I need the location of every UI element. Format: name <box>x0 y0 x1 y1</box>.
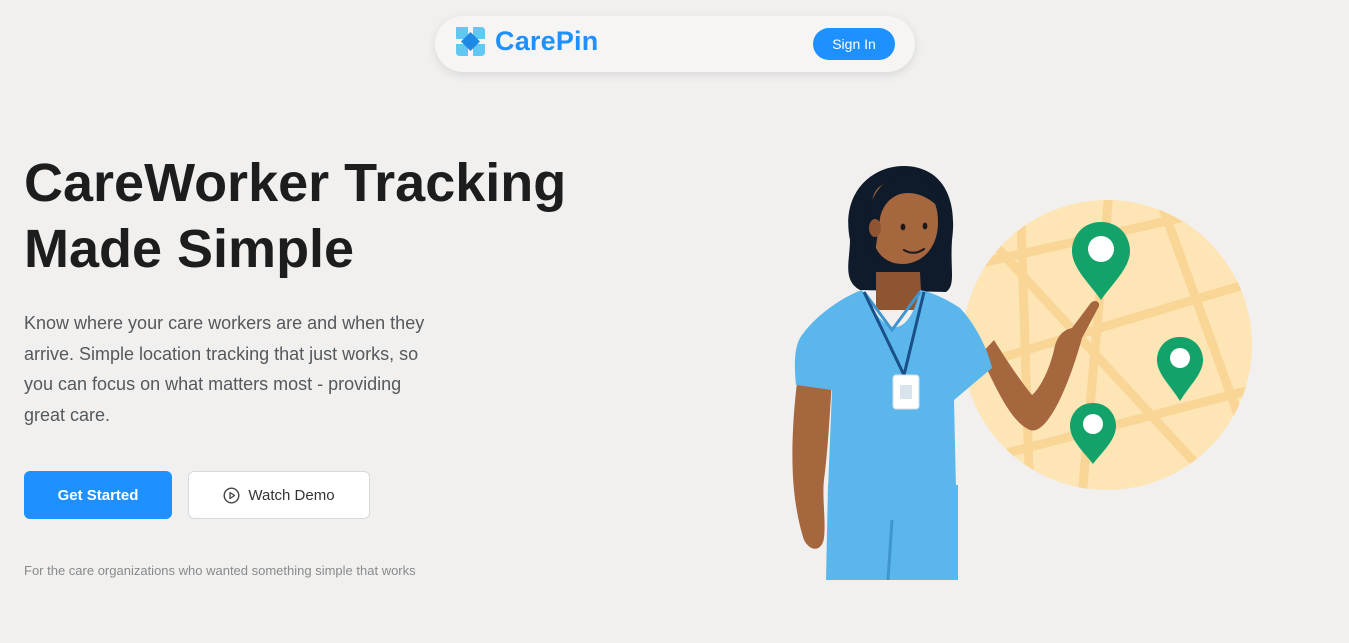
hero-description: Know where your care workers are and whe… <box>24 313 425 425</box>
top-navbar: CarePin Sign In <box>435 16 915 72</box>
brand-logo-link[interactable]: CarePin <box>454 25 598 58</box>
play-circle-icon <box>223 486 240 504</box>
get-started-button[interactable]: Get Started <box>24 471 172 519</box>
hero-title: CareWorker Tracking Made Simple <box>24 150 624 282</box>
watch-demo-label: Watch Demo <box>248 486 335 504</box>
watch-demo-button[interactable]: Watch Demo <box>188 471 370 519</box>
hero-title-line-1: CareWorker Tracking <box>24 153 567 213</box>
care-worker-illustration <box>792 165 1252 580</box>
brand-name: CarePin <box>495 26 599 56</box>
hero-footnote: For the care organizations who wanted so… <box>24 563 416 578</box>
sign-in-button[interactable]: Sign In <box>813 28 895 60</box>
carepin-logo-icon <box>456 27 485 56</box>
hero-title-line-2: Made Simple <box>24 219 355 279</box>
